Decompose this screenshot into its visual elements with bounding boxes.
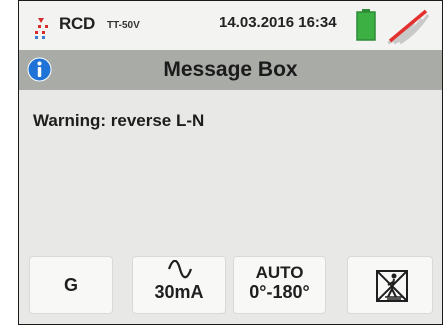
datetime: 14.03.2016 16:34 bbox=[219, 14, 337, 31]
softkey-phase-line2: 0°-180° bbox=[249, 282, 310, 302]
rcd-icon bbox=[35, 18, 48, 39]
softkey-phase-line1: AUTO bbox=[255, 263, 304, 282]
mode-label: RCD bbox=[59, 14, 95, 33]
title-bar: Message Box bbox=[19, 50, 442, 90]
warning-message: Warning: reverse L-N bbox=[33, 111, 205, 130]
page-title: Message Box bbox=[163, 58, 298, 81]
instrument-screen: RCD TT-50V 14.03.2016 16:34 Message Box … bbox=[18, 0, 443, 325]
battery-icon bbox=[356, 9, 376, 41]
ac-wave-icon bbox=[167, 260, 193, 279]
softkey-current[interactable]: 30mA bbox=[132, 256, 226, 314]
softkey-g-label: G bbox=[63, 275, 78, 295]
mode-sub-label: TT-50V bbox=[107, 20, 140, 31]
status-bar: RCD TT-50V 14.03.2016 16:34 bbox=[19, 1, 442, 50]
softkey-phase[interactable]: AUTO 0°-180° bbox=[233, 256, 326, 314]
softkey-contact[interactable] bbox=[347, 256, 433, 314]
softkey-g[interactable]: G bbox=[29, 256, 113, 314]
no-ground-contact-icon bbox=[376, 270, 408, 302]
no-signal-icon bbox=[387, 9, 430, 45]
softkey-current-label: 30mA bbox=[154, 282, 204, 302]
